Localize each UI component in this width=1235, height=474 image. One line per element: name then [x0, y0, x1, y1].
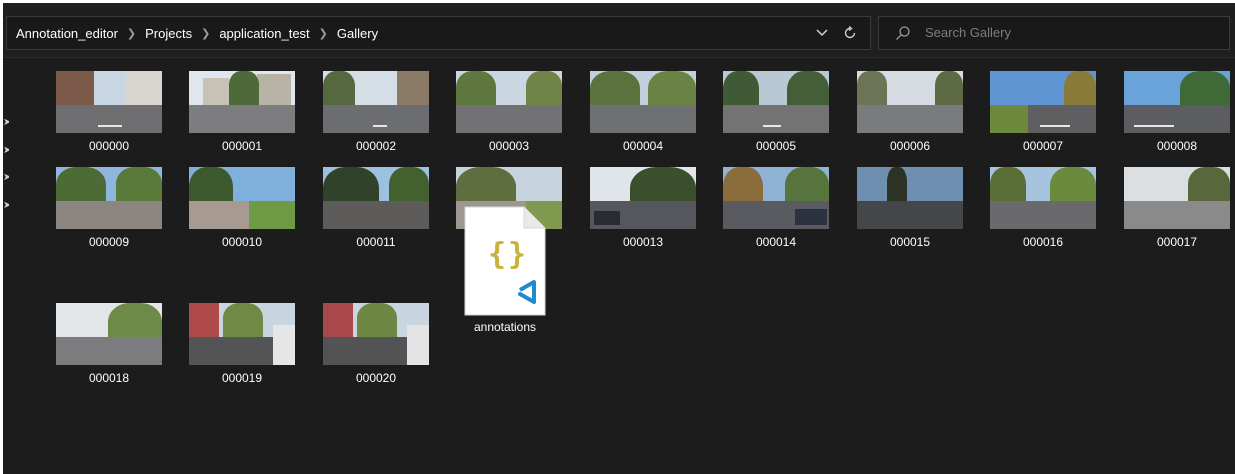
file-item[interactable]: 000006: [843, 71, 977, 161]
file-item[interactable]: 000007: [976, 71, 1110, 161]
file-list: 000000 000001 000002 000003 000004 00000…: [9, 58, 1235, 474]
breadcrumb: Annotation_editor ❯ Projects ❯ applicati…: [14, 17, 380, 49]
file-item[interactable]: 000002: [309, 71, 443, 161]
search-icon: [896, 26, 910, 40]
file-item[interactable]: 000001: [175, 71, 309, 161]
file-name: 000014: [755, 235, 797, 249]
image-thumbnail: [56, 167, 162, 229]
file-item[interactable]: 000019: [175, 303, 309, 393]
file-name: 000000: [88, 139, 130, 153]
file-name: 000004: [622, 139, 664, 153]
file-name: 000019: [221, 371, 263, 385]
address-bar[interactable]: Annotation_editor ❯ Projects ❯ applicati…: [6, 16, 871, 50]
image-thumbnail: [857, 71, 963, 133]
search-input[interactable]: Search Gallery: [925, 17, 1011, 49]
image-thumbnail: [1124, 167, 1230, 229]
file-item[interactable]: 000014: [709, 167, 843, 257]
file-name: 000010: [221, 235, 263, 249]
svg-text:}: }: [508, 237, 526, 272]
file-item[interactable]: 000010: [175, 167, 309, 257]
chevron-right-icon[interactable]: ❯: [120, 27, 143, 40]
file-item[interactable]: 000017: [1110, 167, 1235, 257]
file-name: 000007: [1022, 139, 1064, 153]
file-name: 000017: [1156, 235, 1198, 249]
file-name: 000009: [88, 235, 130, 249]
breadcrumb-item-projects[interactable]: Projects: [143, 26, 194, 41]
file-item[interactable]: 000015: [843, 167, 977, 257]
file-name: annotations: [473, 320, 537, 334]
file-name: 000005: [755, 139, 797, 153]
chevron-down-icon[interactable]: [811, 23, 833, 43]
image-thumbnail: [990, 167, 1096, 229]
file-name: 000003: [488, 139, 530, 153]
file-name: 000011: [356, 235, 396, 249]
file-name: 000013: [622, 235, 664, 249]
file-item[interactable]: 000003: [442, 71, 576, 161]
file-item[interactable]: 000004: [576, 71, 710, 161]
file-name: 000002: [355, 139, 397, 153]
json-file-item[interactable]: { } annotations: [464, 206, 546, 334]
refresh-icon[interactable]: [839, 23, 861, 43]
image-thumbnail: [189, 71, 295, 133]
chevron-right-icon[interactable]: ❯: [194, 27, 217, 40]
breadcrumb-item-application-test[interactable]: application_test: [217, 26, 311, 41]
file-explorer-window: Annotation_editor ❯ Projects ❯ applicati…: [3, 3, 1235, 474]
file-name: 000008: [1156, 139, 1198, 153]
file-name: 000015: [889, 235, 931, 249]
svg-text:{: {: [488, 237, 506, 272]
image-thumbnail: [723, 167, 829, 229]
image-thumbnail: [456, 71, 562, 133]
chevron-right-icon[interactable]: ❯: [312, 27, 335, 40]
file-item[interactable]: 000000: [42, 71, 176, 161]
image-thumbnail: [723, 71, 829, 133]
file-name: 000018: [88, 371, 130, 385]
file-item[interactable]: 000005: [709, 71, 843, 161]
file-item[interactable]: 000020: [309, 303, 443, 393]
image-thumbnail: [1124, 71, 1230, 133]
image-thumbnail: [56, 71, 162, 133]
file-item[interactable]: 000018: [42, 303, 176, 393]
image-thumbnail: [590, 167, 696, 229]
breadcrumb-item-annotation-editor[interactable]: Annotation_editor: [14, 26, 120, 41]
file-item[interactable]: 000008: [1110, 71, 1235, 161]
image-thumbnail: [323, 71, 429, 133]
search-box[interactable]: Search Gallery: [878, 16, 1230, 50]
file-name: 000001: [221, 139, 263, 153]
toolbar: Annotation_editor ❯ Projects ❯ applicati…: [3, 3, 1235, 58]
image-thumbnail: [189, 303, 295, 365]
image-thumbnail: [56, 303, 162, 365]
file-item[interactable]: 000016: [976, 167, 1110, 257]
file-name: 000020: [355, 371, 397, 385]
file-item[interactable]: 000011: [309, 167, 443, 257]
file-name: 000006: [889, 139, 931, 153]
image-thumbnail: [857, 167, 963, 229]
file-name: 000016: [1022, 235, 1064, 249]
breadcrumb-item-gallery[interactable]: Gallery: [335, 26, 380, 41]
image-thumbnail: [590, 71, 696, 133]
image-thumbnail: [990, 71, 1096, 133]
file-item[interactable]: 000013: [576, 167, 710, 257]
file-item[interactable]: 000009: [42, 167, 176, 257]
image-thumbnail: [323, 303, 429, 365]
vscode-json-file-icon: { }: [464, 206, 546, 316]
image-thumbnail: [189, 167, 295, 229]
image-thumbnail: [323, 167, 429, 229]
